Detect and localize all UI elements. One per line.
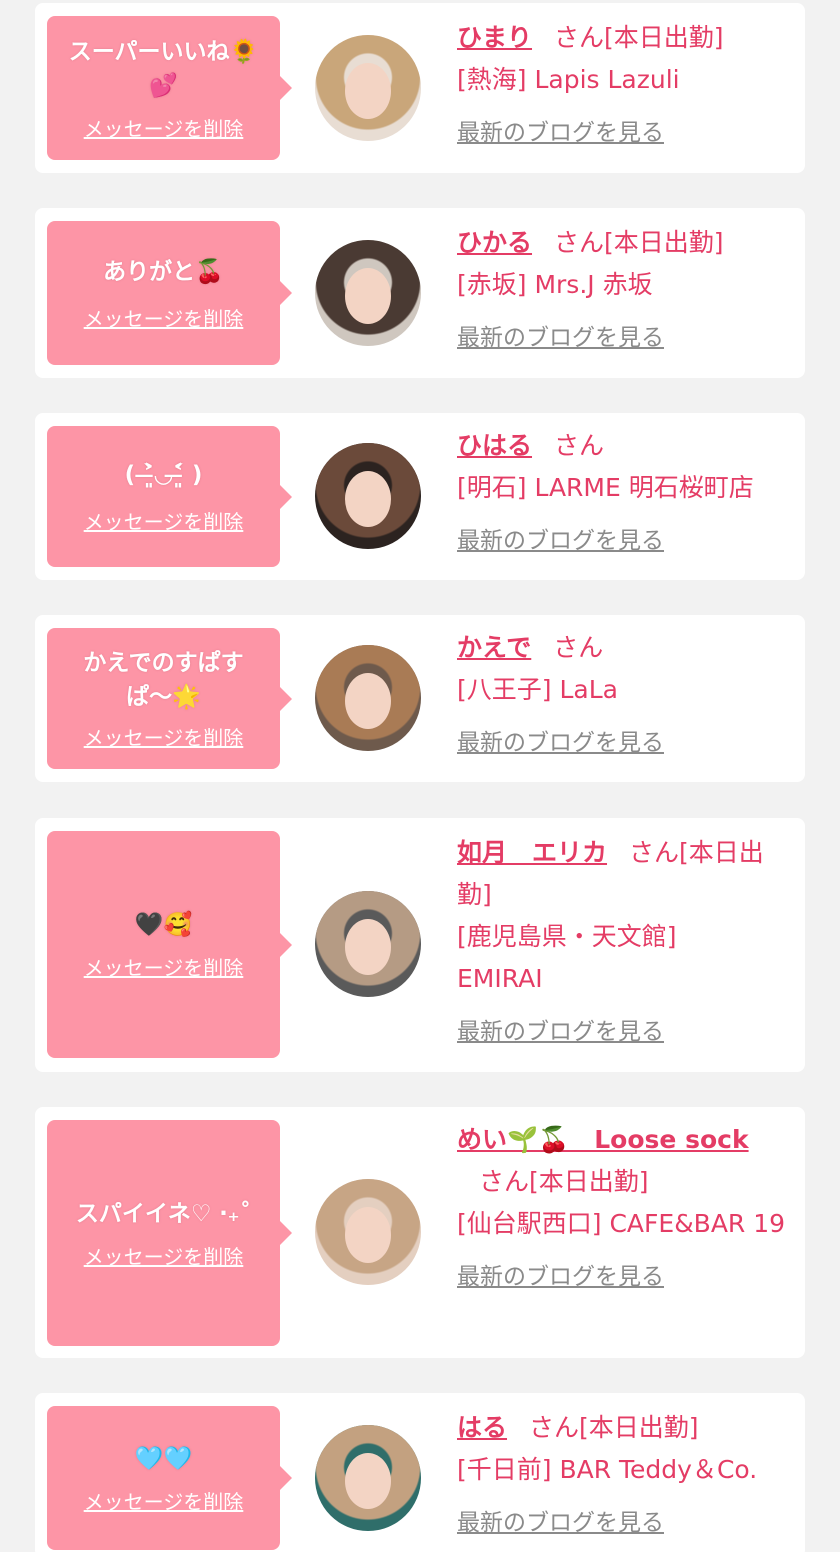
delete-message-link[interactable]: メッセージを削除 [84, 722, 244, 751]
message-text: 🖤🥰 [134, 912, 193, 938]
honorific: さん [553, 633, 604, 662]
status-text: [本日出勤] [529, 1167, 649, 1196]
message-text: 🩵🩵 [134, 1445, 193, 1472]
avatar[interactable] [315, 35, 421, 141]
status-text: [本日出勤] [604, 23, 724, 52]
message-text: ありがと🍒 [103, 258, 224, 285]
user-info: 如月 エリカ さん[本日出勤] [鹿児島県・天文館] EMIRAI 最新のブログを… [457, 832, 787, 1046]
user-name-link[interactable]: めい🌱🍒 Loose sock [457, 1125, 749, 1154]
message-bubble: 🖤🥰 メッセージを削除 [47, 831, 292, 1058]
user-name-link[interactable]: かえで [457, 633, 531, 662]
message-bubble: スパイイネ♡ ‧₊˚ メッセージを削除 [47, 1120, 292, 1346]
status-text: [本日出勤] [579, 1413, 699, 1442]
honorific: さん [554, 431, 605, 460]
message-bubble: ( ˃̶͈̀◡˂̶͈́ ) メッセージを削除 [47, 426, 292, 567]
user-name-link[interactable]: ひかる [457, 228, 532, 257]
honorific: さん [479, 1167, 530, 1196]
user-name-link[interactable]: はる [457, 1413, 507, 1442]
avatar[interactable] [315, 891, 421, 997]
shop-text: [熱海] Lapis Lazuli [457, 65, 680, 94]
honorific: さん [629, 838, 680, 867]
delete-message-link[interactable]: メッセージを削除 [84, 1241, 244, 1270]
list-item: 🩵🩵 メッセージを削除 はる さん[本日出勤] [千日前] BAR Teddy＆C… [35, 1393, 805, 1552]
list-item: ( ˃̶͈̀◡˂̶͈́ ) メッセージを削除 ひはる さん [明石] LARME … [35, 413, 805, 580]
user-name-link[interactable]: 如月 エリカ [457, 838, 607, 867]
message-text: ( ˃̶͈̀◡˂̶͈́ ) [124, 462, 203, 488]
avatar-face [345, 471, 391, 527]
user-name-link[interactable]: ひはる [457, 431, 532, 460]
delete-message-link[interactable]: メッセージを削除 [84, 1486, 244, 1515]
shop-text: [八王子] LaLa [457, 675, 618, 704]
user-info: はる さん[本日出勤] [千日前] BAR Teddy＆Co. 最新のブログを見る [457, 1407, 787, 1537]
list-item: スーパーいいね🌻 💕 メッセージを削除 ひまり さん[本日出勤] [熱海] Lap… [35, 3, 805, 173]
honorific: さん [554, 228, 605, 257]
liked-users-list: スーパーいいね🌻 💕 メッセージを削除 ひまり さん[本日出勤] [熱海] Lap… [0, 0, 840, 1552]
message-bubble: かえでのすぱす ぱ〜🌟 メッセージを削除 [47, 628, 292, 769]
user-info: めい🌱🍒 Loose sock さん[本日出勤] [仙台駅西口] CAFE&BAR… [457, 1119, 787, 1291]
view-blog-link[interactable]: 最新のブログを見る [457, 1012, 664, 1046]
list-item: かえでのすぱす ぱ〜🌟 メッセージを削除 かえで さん [八王子] LaLa 最新… [35, 615, 805, 782]
delete-message-link[interactable]: メッセージを削除 [84, 303, 244, 332]
view-blog-link[interactable]: 最新のブログを見る [457, 723, 664, 757]
status-text: [本日出勤] [604, 228, 724, 257]
avatar[interactable] [315, 443, 421, 549]
delete-message-link[interactable]: メッセージを削除 [84, 113, 244, 142]
message-bubble: スーパーいいね🌻 💕 メッセージを削除 [47, 16, 292, 160]
user-info: ひはる さん [明石] LARME 明石桜町店 最新のブログを見る [457, 425, 787, 555]
avatar[interactable] [315, 1179, 421, 1285]
view-blog-link[interactable]: 最新のブログを見る [457, 1257, 664, 1291]
avatar-face [345, 1453, 391, 1509]
message-bubble: 🩵🩵 メッセージを削除 [47, 1406, 292, 1550]
delete-message-link[interactable]: メッセージを削除 [84, 952, 244, 981]
avatar-face [345, 1207, 391, 1263]
honorific: さん [554, 23, 605, 52]
shop-text: [赤坂] Mrs.J 赤坂 [457, 270, 653, 299]
user-info: ひまり さん[本日出勤] [熱海] Lapis Lazuli 最新のブログを見る [457, 17, 787, 147]
message-text: スパイイネ♡ ‧₊˚ [75, 1200, 252, 1227]
delete-message-link[interactable]: メッセージを削除 [84, 506, 244, 535]
view-blog-link[interactable]: 最新のブログを見る [457, 521, 664, 555]
message-bubble: ありがと🍒 メッセージを削除 [47, 221, 292, 365]
avatar[interactable] [315, 1425, 421, 1531]
view-blog-link[interactable]: 最新のブログを見る [457, 318, 664, 352]
user-name-link[interactable]: ひまり [457, 23, 532, 52]
list-item: ありがと🍒 メッセージを削除 ひかる さん[本日出勤] [赤坂] Mrs.J 赤坂… [35, 208, 805, 378]
view-blog-link[interactable]: 最新のブログを見る [457, 113, 664, 147]
user-info: ひかる さん[本日出勤] [赤坂] Mrs.J 赤坂 最新のブログを見る [457, 222, 787, 352]
shop-text: [仙台駅西口] CAFE&BAR 19 [457, 1209, 786, 1238]
avatar-face [345, 919, 391, 975]
avatar-face [345, 268, 391, 324]
view-blog-link[interactable]: 最新のブログを見る [457, 1503, 664, 1537]
avatar[interactable] [315, 645, 421, 751]
avatar-face [345, 673, 391, 729]
shop-text: [鹿児島県・天文館] EMIRAI [457, 922, 677, 993]
avatar-face [345, 63, 391, 119]
list-item: 🖤🥰 メッセージを削除 如月 エリカ さん[本日出勤] [鹿児島県・天文館] EM… [35, 818, 805, 1072]
message-text: スーパーいいね🌻 💕 [68, 38, 259, 99]
message-text: かえでのすぱす ぱ〜🌟 [83, 650, 244, 710]
shop-text: [明石] LARME 明石桜町店 [457, 473, 754, 502]
shop-text: [千日前] BAR Teddy＆Co. [457, 1455, 758, 1484]
list-item: スパイイネ♡ ‧₊˚ メッセージを削除 めい🌱🍒 Loose sock さん[本日… [35, 1107, 805, 1358]
user-info: かえで さん [八王子] LaLa 最新のブログを見る [457, 627, 787, 757]
avatar[interactable] [315, 240, 421, 346]
honorific: さん [529, 1413, 580, 1442]
